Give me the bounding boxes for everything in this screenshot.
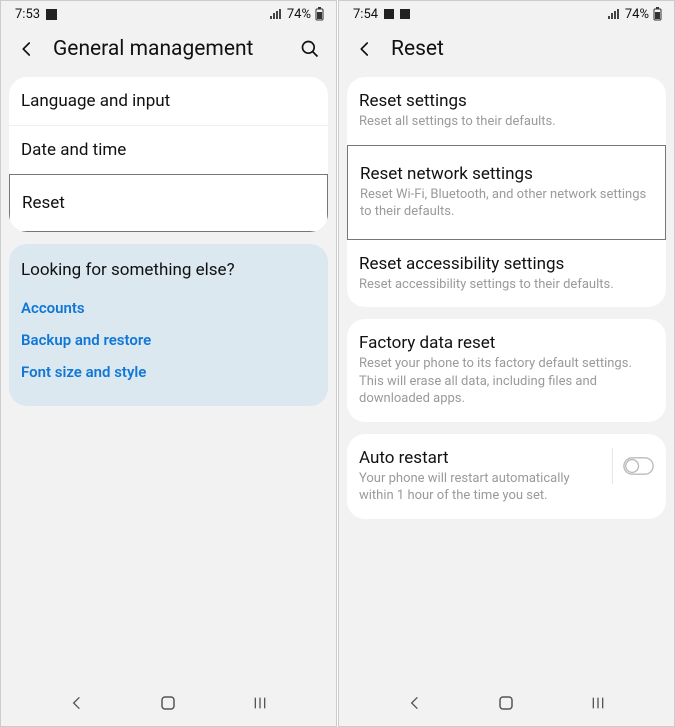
auto-restart-card: Auto restart Your phone will restart aut… [347,434,666,519]
help-card: Looking for something else? Accounts Bac… [9,244,328,406]
header: Reset [339,27,674,77]
row-title: Language and input [21,91,316,111]
row-reset-accessibility[interactable]: Reset accessibility settings Reset acces… [347,240,666,308]
nav-recents-icon[interactable] [586,691,610,715]
status-notif-icon [400,9,410,19]
row-subtitle: Reset Wi-Fi, Bluetooth, and other networ… [360,186,653,221]
row-title: Date and time [21,140,316,160]
row-reset-network[interactable]: Reset network settings Reset Wi-Fi, Blue… [347,145,666,240]
phone-right: 7:54 74% Reset Reset settings Reset all … [338,0,675,727]
page-title: Reset [391,37,444,61]
nav-back-icon[interactable] [65,691,89,715]
status-bar: 7:54 74% [339,1,674,27]
help-heading: Looking for something else? [21,260,316,280]
status-time: 7:53 [15,7,40,22]
nav-home-icon[interactable] [156,691,180,715]
back-button[interactable] [15,37,39,61]
status-notif-icon [46,9,57,20]
phone-left: 7:53 74% General management Language and… [0,0,337,727]
page-title: General management [53,37,253,61]
row-subtitle: Reset your phone to its factory default … [359,355,654,408]
status-bar: 7:53 74% [1,1,336,27]
row-title: Reset network settings [360,164,653,184]
signal-icon [269,8,283,20]
row-subtitle: Your phone will restart automatically wi… [359,470,598,505]
row-title: Reset accessibility settings [359,254,654,274]
row-title: Auto restart [359,448,598,468]
settings-card: Language and input Date and time Reset [9,77,328,232]
status-battery-text: 74% [287,7,311,22]
signal-icon [607,8,621,20]
nav-bar [1,680,336,726]
header: General management [1,27,336,77]
row-subtitle: Reset all settings to their defaults. [359,113,654,131]
help-link-accounts[interactable]: Accounts [21,292,316,324]
battery-icon [315,7,324,21]
row-date-time[interactable]: Date and time [9,125,328,174]
nav-recents-icon[interactable] [248,691,272,715]
row-title: Factory data reset [359,333,654,353]
nav-back-icon[interactable] [403,691,427,715]
battery-icon [653,7,662,21]
row-title: Reset [22,193,315,213]
factory-card: Factory data reset Reset your phone to i… [347,319,666,422]
row-language-input[interactable]: Language and input [9,77,328,125]
row-auto-restart[interactable]: Auto restart Your phone will restart aut… [347,434,666,519]
auto-restart-toggle[interactable] [612,448,654,484]
back-button[interactable] [353,37,377,61]
row-reset-settings[interactable]: Reset settings Reset all settings to the… [347,77,666,145]
status-time: 7:54 [353,7,378,22]
status-battery-text: 74% [625,7,649,22]
row-reset[interactable]: Reset [9,174,328,232]
help-link-backup[interactable]: Backup and restore [21,324,316,356]
row-factory-reset[interactable]: Factory data reset Reset your phone to i… [347,319,666,422]
search-button[interactable] [298,37,322,61]
nav-bar [339,680,674,726]
row-subtitle: Reset accessibility settings to their de… [359,276,654,294]
row-title: Reset settings [359,91,654,111]
reset-card: Reset settings Reset all settings to the… [347,77,666,307]
help-link-font[interactable]: Font size and style [21,356,316,388]
nav-home-icon[interactable] [494,691,518,715]
status-notif-icon [384,9,394,19]
